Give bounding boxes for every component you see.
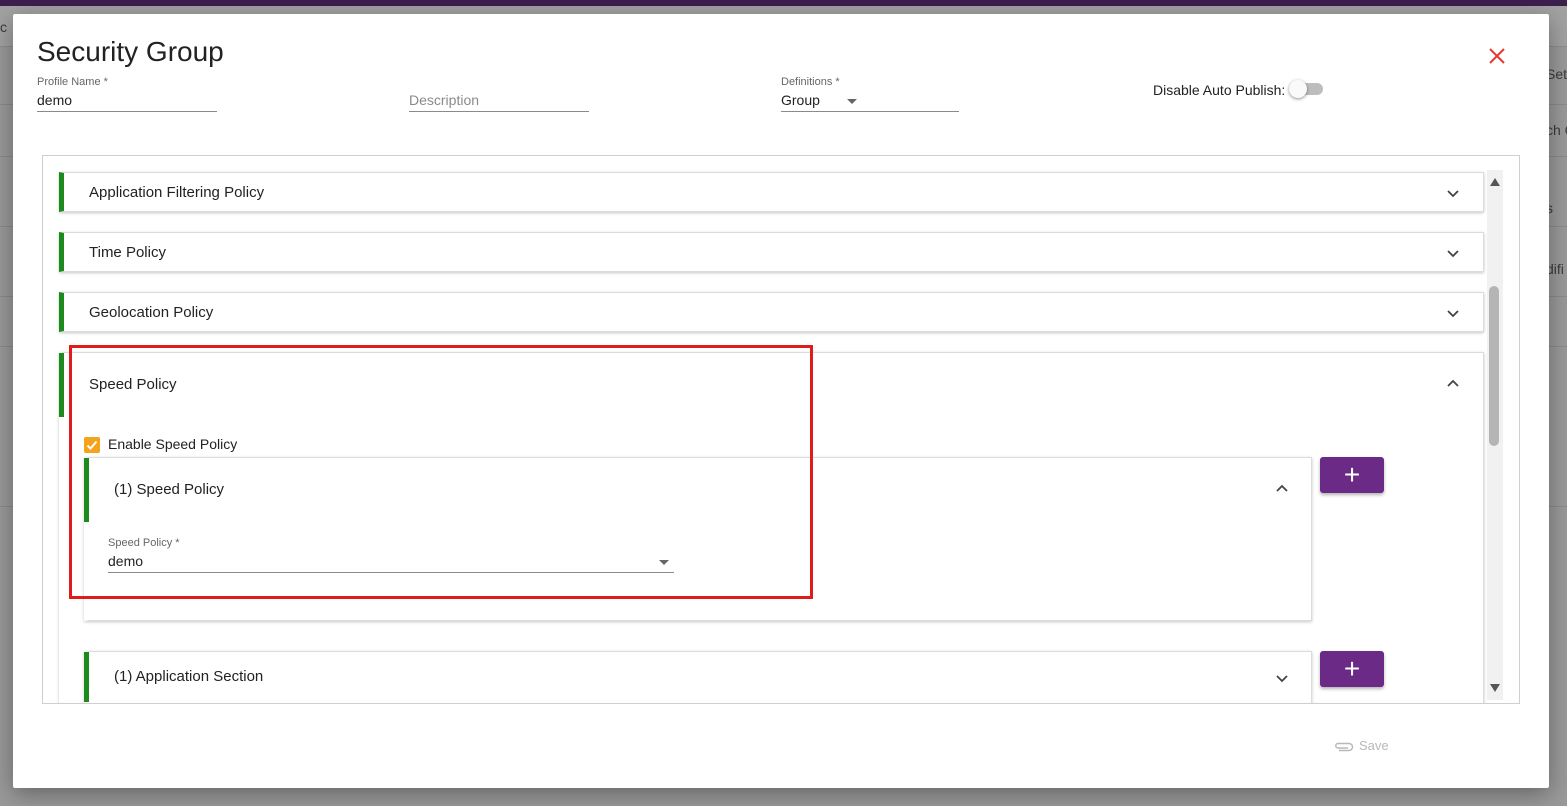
description-field[interactable]: Description [409,75,589,112]
policy-panel-time[interactable]: Time Policy [59,232,1484,272]
description-input[interactable]: Description [409,89,589,112]
background-text: Sett [1546,66,1567,82]
profile-name-field[interactable]: Profile Name * demo [37,75,217,112]
scrollbar-thumb[interactable] [1489,286,1499,446]
speed-policy-value[interactable]: demo [108,550,674,573]
speed-policy-label: Speed Policy * [108,537,180,549]
profile-name-input[interactable]: demo [37,89,217,112]
sub-panel-title[interactable]: (1) Speed Policy [114,481,224,498]
panel-title: Application Filtering Policy [89,184,265,201]
speed-policy-select[interactable]: Speed Policy * demo [108,536,674,573]
chevron-up-icon[interactable] [1446,376,1460,390]
add-application-section-button[interactable]: + [1320,651,1384,687]
save-button[interactable]: Save [1333,738,1389,753]
save-label: Save [1359,738,1389,753]
profile-name-label: Profile Name * [37,76,108,88]
chevron-down-icon[interactable] [1446,186,1460,200]
dialog-title: Security Group [37,36,224,67]
policies-container: Application Filtering Policy Time Policy… [42,155,1520,704]
add-speed-policy-button[interactable]: + [1320,457,1384,493]
auto-publish-label: Disable Auto Publish: [1153,82,1286,98]
attachment-icon [1335,742,1354,751]
background-text: c [0,19,7,35]
panel-accent [84,652,89,702]
policy-panel-speed: Speed Policy Enable Speed Policy (1) Spe… [59,352,1484,703]
definitions-label: Definitions * [781,76,840,88]
close-icon[interactable] [1485,44,1509,68]
toggle-thumb[interactable] [1289,80,1307,98]
chevron-down-icon[interactable] [1446,246,1460,260]
background-text: ch C [1546,122,1567,138]
panel-accent [84,458,89,522]
auto-publish-toggle[interactable] [1289,80,1325,98]
scroll-up-icon[interactable] [1490,178,1500,186]
scroll-down-icon[interactable] [1490,684,1500,692]
panel-title: Geolocation Policy [89,304,214,321]
chevron-down-icon[interactable] [659,560,669,565]
policy-panel-geolocation[interactable]: Geolocation Policy [59,292,1484,332]
enable-speed-policy-checkbox[interactable] [84,437,100,453]
panel-title[interactable]: Speed Policy [89,376,177,393]
chevron-down-icon[interactable] [1446,306,1460,320]
panel-title: Time Policy [89,244,166,261]
sub-panel-speed-policy: (1) Speed Policy Speed Policy * demo [84,457,1312,621]
panel-accent [59,353,64,417]
sub-panel-title: (1) Application Section [114,668,264,685]
chevron-down-icon[interactable] [1275,671,1289,685]
chevron-up-icon[interactable] [1275,481,1289,495]
policies-scrollbar[interactable] [1487,170,1503,700]
definitions-value[interactable]: Group [781,89,959,112]
chevron-down-icon[interactable] [847,99,857,104]
sub-panel-application-section[interactable]: (1) Application Section [84,651,1312,703]
definitions-select[interactable]: Definitions * Group [781,75,959,112]
policy-panel-application-filtering[interactable]: Application Filtering Policy [59,172,1484,212]
security-group-dialog: Security Group Profile Name * demo Descr… [13,14,1549,788]
enable-speed-policy-label: Enable Speed Policy [108,436,238,452]
